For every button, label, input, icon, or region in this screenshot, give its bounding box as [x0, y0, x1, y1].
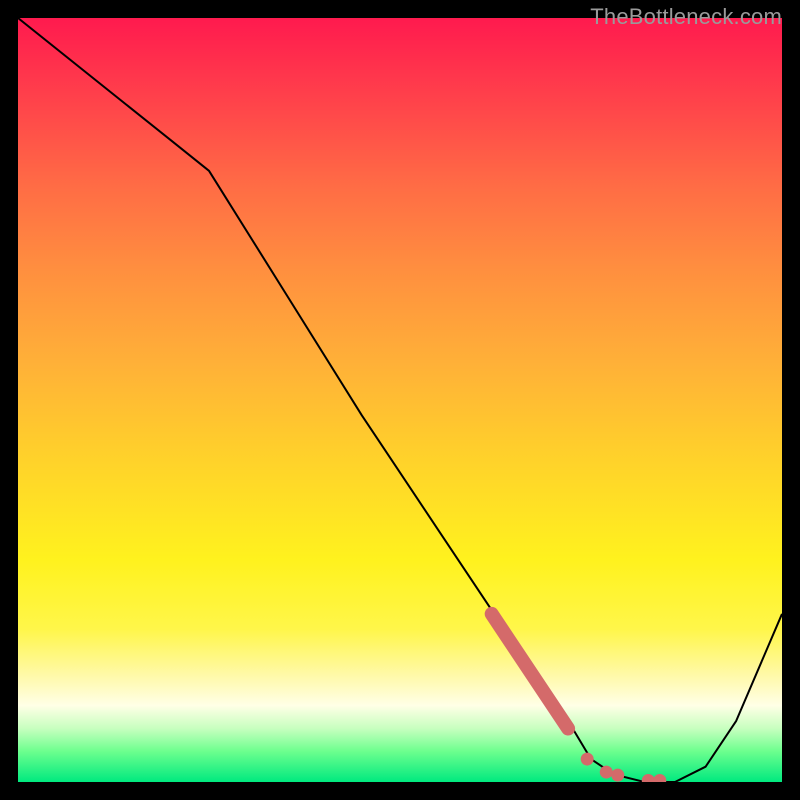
chart-curve	[18, 18, 782, 782]
watermark-text: TheBottleneck.com	[590, 4, 782, 30]
marker-dot	[600, 766, 613, 779]
chart-plot-area	[18, 18, 782, 782]
chart-markers	[492, 614, 667, 782]
marker-dot	[611, 769, 624, 782]
marker-bar	[492, 614, 568, 729]
marker-dot	[653, 774, 666, 782]
chart-container: TheBottleneck.com	[0, 0, 800, 800]
marker-dot	[581, 753, 594, 766]
chart-svg	[18, 18, 782, 782]
marker-dot	[642, 774, 655, 782]
